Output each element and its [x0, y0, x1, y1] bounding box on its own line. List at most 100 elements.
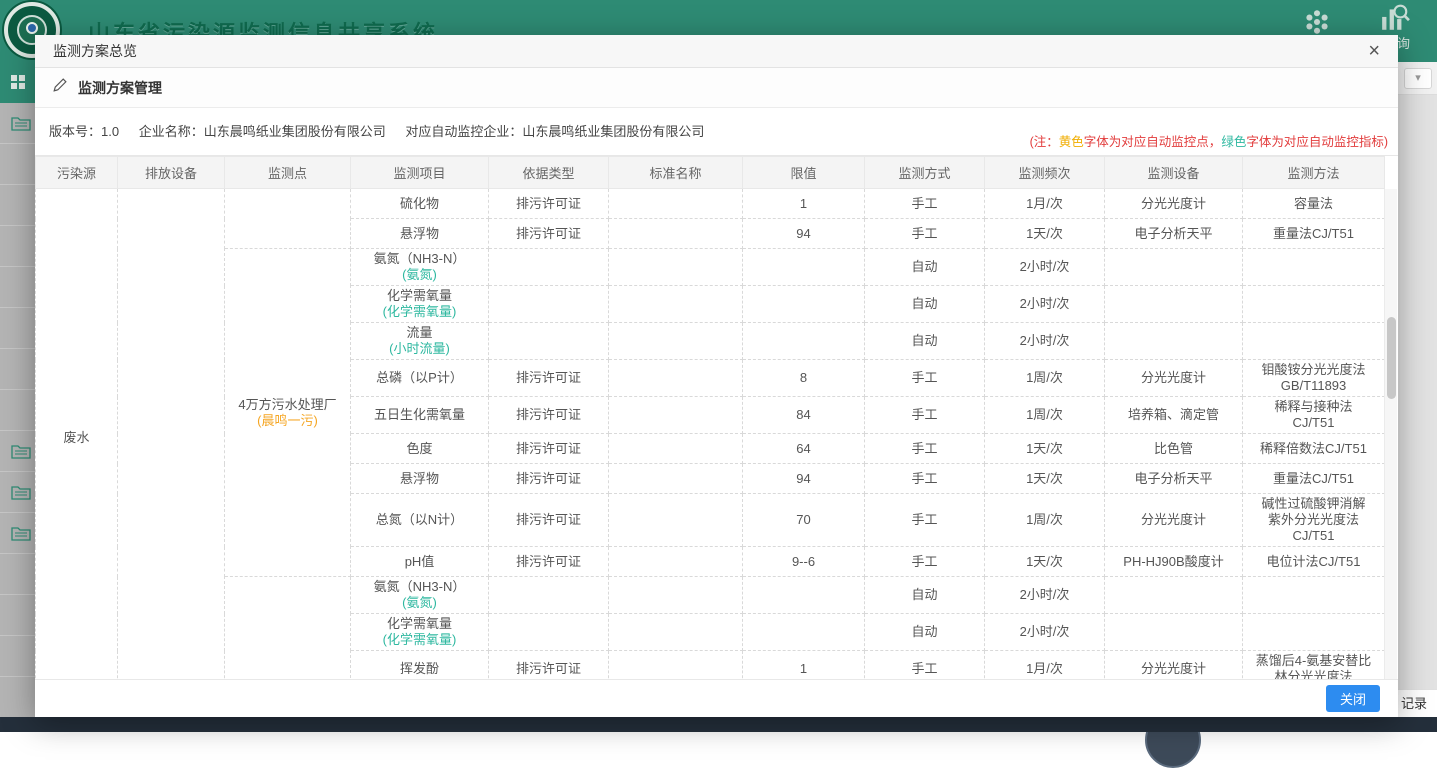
standard-name-cell: [609, 547, 743, 577]
col-basis-type: 依据类型: [489, 157, 609, 189]
limit-cell: 64: [743, 434, 865, 464]
mode-cell: 手工: [865, 651, 985, 680]
freq-cell: 1月/次: [985, 651, 1105, 680]
limit-cell: [743, 323, 865, 360]
device-cell: [1105, 614, 1243, 651]
table-header-row: 污染源 排放设备 监测点 监测项目 依据类型 标准名称 限值 监测方式 监测频次…: [36, 157, 1385, 189]
basis-cell: [489, 286, 609, 323]
col-monitor-device: 监测设备: [1105, 157, 1243, 189]
sidebar-item[interactable]: [0, 636, 35, 677]
legend-note: (注：黄色字体为对应自动监控点，绿色字体为对应自动监控指标): [1030, 131, 1388, 150]
sidebar-item[interactable]: [0, 595, 35, 636]
limit-cell: 84: [743, 397, 865, 434]
freq-cell: 1天/次: [985, 547, 1105, 577]
table-scrollbar-thumb[interactable]: [1387, 317, 1396, 399]
basis-cell: 排污许可证: [489, 397, 609, 434]
method-cell: 稀释与接种法CJ/T51: [1243, 397, 1385, 434]
basis-cell: 排污许可证: [489, 651, 609, 680]
freq-cell: 1天/次: [985, 464, 1105, 494]
monitor-plan-modal: 监测方案总览 × 监测方案管理 版本号：1.0 企业名称：山东晨鸣纸业集团股份有…: [35, 35, 1398, 717]
grid-icon: [11, 75, 25, 89]
freq-cell: 2小时/次: [985, 577, 1105, 614]
basis-cell: 排污许可证: [489, 434, 609, 464]
monitor-item-cell: 化学需氧量(化学需氧量): [351, 286, 489, 323]
sidebar-item[interactable]: [0, 513, 35, 554]
sidebar-item[interactable]: [0, 554, 35, 595]
monitor-point-cell: [225, 577, 351, 680]
sidebar-item[interactable]: [0, 62, 35, 103]
method-cell: [1243, 577, 1385, 614]
limit-cell: 8: [743, 360, 865, 397]
limit-cell: 70: [743, 494, 865, 547]
method-cell: [1243, 249, 1385, 286]
freq-cell: 2小时/次: [985, 249, 1105, 286]
device-cell: [1105, 286, 1243, 323]
monitor-item-auto-label: (小时流量): [356, 341, 483, 357]
folder-icon: [11, 484, 31, 500]
mode-cell: 手工: [865, 494, 985, 547]
right-panel-strip: ▾ 记录: [1398, 62, 1437, 717]
device-cell: [1105, 323, 1243, 360]
method-cell: 重量法CJ/T51: [1243, 464, 1385, 494]
modal-footer: 关闭: [35, 679, 1398, 717]
table-row: 4万方污水处理厂(晨鸣一污)氨氮（NH3-N）(氨氮)自动2小时/次: [36, 249, 1385, 286]
monitor-item-cell: 悬浮物: [351, 464, 489, 494]
plan-info: 版本号：1.0 企业名称：山东晨鸣纸业集团股份有限公司 对应自动监控企业：山东晨…: [49, 121, 720, 140]
limit-cell: 1: [743, 189, 865, 219]
freq-cell: 1周/次: [985, 494, 1105, 547]
folder-icon: [11, 525, 31, 541]
mode-cell: 手工: [865, 360, 985, 397]
standard-name-cell: [609, 434, 743, 464]
sidebar-item[interactable]: [0, 677, 35, 718]
method-cell: [1243, 286, 1385, 323]
basis-cell: 排污许可证: [489, 464, 609, 494]
auto-company-info: 对应自动监控企业：山东晨鸣纸业集团股份有限公司: [405, 124, 704, 139]
limit-cell: [743, 577, 865, 614]
folder-icon: [11, 115, 31, 131]
standard-name-cell: [609, 286, 743, 323]
sidebar-item[interactable]: [0, 308, 35, 349]
sidebar-item[interactable]: [0, 390, 35, 431]
sidebar-item[interactable]: [0, 431, 35, 472]
monitor-item-cell: 总磷（以P计）: [351, 360, 489, 397]
close-icon[interactable]: ×: [1368, 41, 1380, 61]
col-discharge-device: 排放设备: [118, 157, 225, 189]
device-cell: 比色管: [1105, 434, 1243, 464]
monitor-item-auto-label: (化学需氧量): [356, 632, 483, 648]
basis-cell: 排污许可证: [489, 219, 609, 249]
device-cell: 培养箱、滴定管: [1105, 397, 1243, 434]
mode-cell: 手工: [865, 397, 985, 434]
mode-cell: 自动: [865, 577, 985, 614]
table-scrollbar: [1384, 189, 1397, 679]
mode-cell: 手工: [865, 434, 985, 464]
method-cell: [1243, 323, 1385, 360]
sidebar-item[interactable]: [0, 267, 35, 308]
limit-cell: 1: [743, 651, 865, 680]
mode-cell: 手工: [865, 189, 985, 219]
sidebar-item[interactable]: [0, 349, 35, 390]
col-monitor-method: 监测方法: [1243, 157, 1385, 189]
method-cell: 钼酸铵分光光度法GB/T11893: [1243, 360, 1385, 397]
monitor-item-cell: 总氮（以N计）: [351, 494, 489, 547]
method-cell: 电位计法CJ/T51: [1243, 547, 1385, 577]
close-button[interactable]: 关闭: [1326, 685, 1380, 712]
col-monitor-mode: 监测方式: [865, 157, 985, 189]
sidebar-item[interactable]: [0, 226, 35, 267]
basis-cell: 排污许可证: [489, 360, 609, 397]
col-monitor-point: 监测点: [225, 157, 351, 189]
mode-cell: 手工: [865, 464, 985, 494]
method-cell: [1243, 614, 1385, 651]
device-cell: 分光光度计: [1105, 494, 1243, 547]
mode-cell: 自动: [865, 286, 985, 323]
device-cell: [1105, 577, 1243, 614]
standard-name-cell: [609, 219, 743, 249]
mode-cell: 自动: [865, 323, 985, 360]
sidebar-item[interactable]: [0, 185, 35, 226]
table-row: 氨氮（NH3-N）(氨氮)自动2小时/次: [36, 577, 1385, 614]
records-label: 记录: [1398, 689, 1437, 717]
sidebar-item[interactable]: [0, 144, 35, 185]
caret-down-icon[interactable]: ▾: [1404, 68, 1432, 89]
sidebar-item[interactable]: [0, 103, 35, 144]
method-cell: 容量法: [1243, 189, 1385, 219]
sidebar-item[interactable]: [0, 472, 35, 513]
